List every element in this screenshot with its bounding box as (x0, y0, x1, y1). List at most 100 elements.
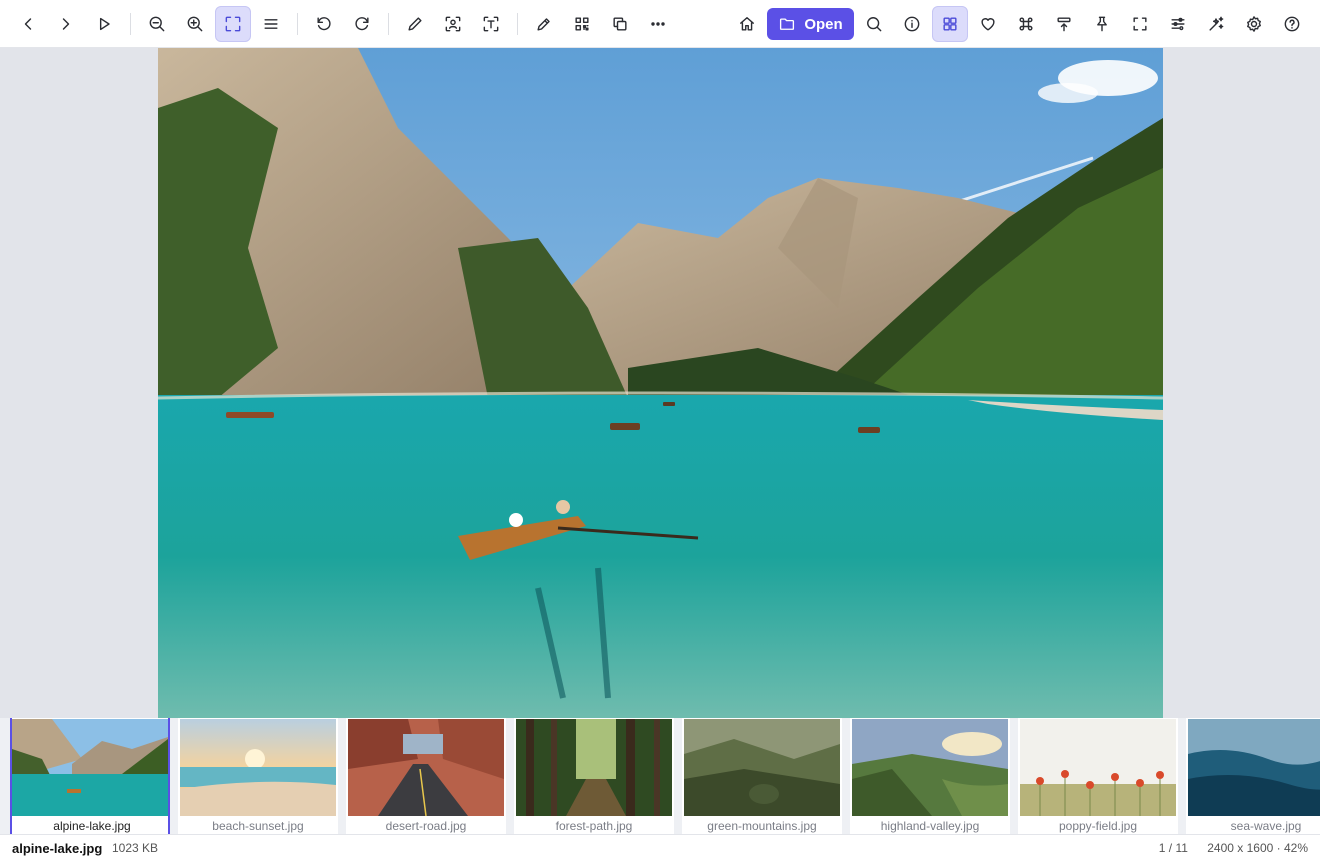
info-icon (904, 16, 920, 32)
adjust-button[interactable] (1160, 6, 1196, 42)
fit-screen-icon (225, 16, 241, 32)
folder-icon (780, 18, 795, 30)
upload-icon (1057, 17, 1071, 32)
thumbnail-label: beach-sunset.jpg (212, 819, 304, 833)
thumbnail-label: alpine-lake.jpg (53, 819, 131, 833)
thumbnail-label: highland-valley.jpg (880, 819, 980, 833)
chevron-left-icon (24, 18, 32, 30)
status-bar: alpine-lake.jpg 1023 KB 1 / 11 2400 x 16… (0, 834, 1320, 860)
thumbnail-image (1020, 719, 1176, 816)
open-button[interactable]: Open (767, 8, 854, 40)
thumbnail-image (348, 719, 504, 816)
search-icon (867, 17, 882, 32)
copy-button[interactable] (602, 6, 638, 42)
home-button[interactable] (729, 6, 765, 42)
thumbnail-green-mountains[interactable]: green-mountains.jpg (682, 718, 842, 834)
play-icon (99, 17, 110, 31)
zoom-in-icon (187, 16, 203, 32)
thumbnail-label: desert-road.jpg (385, 819, 467, 833)
thumbnail-label: green-mountains.jpg (707, 819, 817, 833)
previous-button[interactable] (10, 6, 46, 42)
toolbar-divider (297, 13, 298, 35)
thumbnail-poppy-field[interactable]: poppy-field.jpg (1018, 718, 1178, 834)
qr-code-button[interactable] (564, 6, 600, 42)
toolbar-divider (130, 13, 131, 35)
fit-to-window-button[interactable] (215, 6, 251, 42)
gallery-button[interactable] (932, 6, 968, 42)
thumbnail-label: poppy-field.jpg (1058, 819, 1138, 833)
ai-enhance-button[interactable] (1198, 6, 1234, 42)
chevron-right-icon (62, 18, 70, 30)
main-image[interactable] (158, 48, 1163, 718)
fullscreen-icon (1133, 17, 1147, 31)
thumbnail-image (12, 719, 168, 816)
slideshow-button[interactable] (86, 6, 122, 42)
favorite-button[interactable] (970, 6, 1006, 42)
shortcuts-button[interactable] (1008, 6, 1044, 42)
rotate-left-button[interactable] (306, 6, 342, 42)
grid-icon (943, 17, 957, 31)
status-filesize: 1023 KB (112, 841, 159, 855)
status-right: 1 / 11 2400 x 1600 · 42% (1143, 841, 1308, 855)
edit-button[interactable] (397, 6, 433, 42)
more-horizontal-icon (651, 22, 665, 26)
more-button[interactable] (640, 6, 676, 42)
thumbnail-forest-path[interactable]: forest-path.jpg (514, 718, 674, 834)
ocr-button[interactable] (473, 6, 509, 42)
info-button[interactable] (894, 6, 930, 42)
command-icon (1019, 17, 1033, 31)
zoom-in-button[interactable] (177, 6, 213, 42)
toolbar-divider (388, 13, 389, 35)
sparkles-icon (1209, 16, 1224, 31)
menu-button[interactable] (253, 6, 289, 42)
sliders-icon (1171, 17, 1185, 31)
pen-icon (537, 18, 550, 31)
help-button[interactable] (1274, 6, 1310, 42)
fullscreen-button[interactable] (1122, 6, 1158, 42)
thumbnail-beach-sunset[interactable]: beach-sunset.jpg (178, 718, 338, 834)
toolbar: Open (0, 0, 1320, 48)
pin-button[interactable] (1084, 6, 1120, 42)
settings-button[interactable] (1236, 6, 1272, 42)
rotate-right-button[interactable] (344, 6, 380, 42)
status-filename: alpine-lake.jpg (12, 841, 103, 856)
copy-icon (613, 17, 627, 31)
thumbnail-image (1188, 719, 1320, 816)
status-dimensions: 2400 x 1600 · 42% (1207, 841, 1308, 855)
image-viewer[interactable] (0, 48, 1320, 718)
status-position: 1 / 11 (1158, 841, 1188, 855)
help-icon (1284, 16, 1300, 32)
alpine-lake-photo (158, 48, 1163, 718)
pin-icon (1097, 16, 1107, 32)
thumbnail-image (852, 719, 1008, 816)
thumbnail-image (516, 719, 672, 816)
zoom-out-button[interactable] (139, 6, 175, 42)
thumbnail-image (180, 719, 336, 816)
thumbnail-desert-road[interactable]: desert-road.jpg (346, 718, 506, 834)
toolbar-divider (517, 13, 518, 35)
hamburger-icon (264, 19, 278, 29)
rotate-cw-icon (355, 17, 369, 31)
thumbnail-highland-valley[interactable]: highland-valley.jpg (850, 718, 1010, 834)
pencil-icon (408, 17, 422, 31)
home-icon (740, 17, 754, 31)
gear-icon (1247, 16, 1261, 32)
face-detect-button[interactable] (435, 6, 471, 42)
upload-button[interactable] (1046, 6, 1082, 42)
rotate-ccw-icon (317, 17, 331, 31)
annotate-button[interactable] (526, 6, 562, 42)
qr-code-icon (575, 17, 589, 31)
filmstrip: alpine-lake.jpg beach-sunset.jpg desert-… (0, 718, 1320, 834)
text-scan-icon (483, 16, 499, 32)
thumbnail-sea-wave[interactable]: sea-wave.jpg (1186, 718, 1320, 834)
next-button[interactable] (48, 6, 84, 42)
open-button-label: Open (804, 15, 843, 33)
search-button[interactable] (856, 6, 892, 42)
thumbnail-image (684, 719, 840, 816)
thumbnail-label: forest-path.jpg (555, 819, 633, 833)
thumbnail-alpine-lake[interactable]: alpine-lake.jpg (10, 718, 170, 834)
thumbnail-label: sea-wave.jpg (1230, 819, 1302, 833)
face-scan-icon (445, 16, 461, 32)
heart-icon (981, 18, 995, 31)
zoom-out-icon (149, 16, 165, 32)
